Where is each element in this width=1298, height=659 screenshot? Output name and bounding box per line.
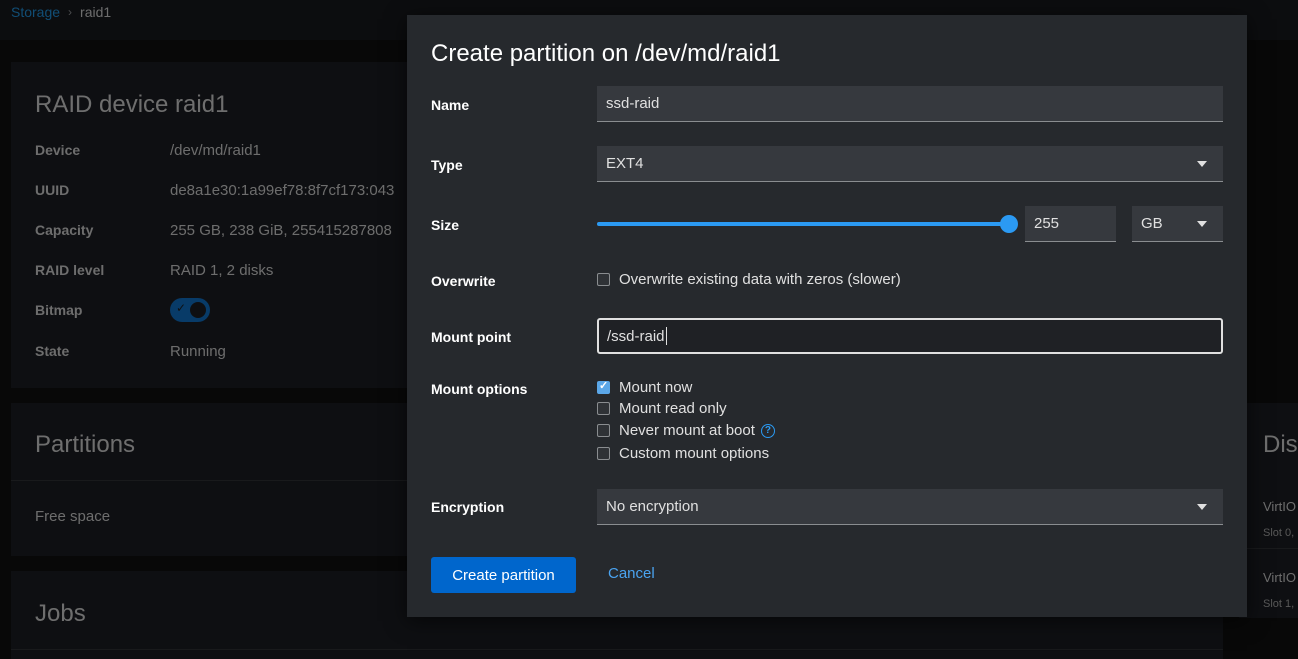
type-value: EXT4	[606, 155, 644, 172]
create-partition-dialog: Create partition on /dev/md/raid1 Name s…	[407, 15, 1247, 617]
never-mount-at-boot-checkbox[interactable]	[597, 424, 610, 437]
encryption-select[interactable]: No encryption	[597, 489, 1223, 525]
overwrite-checkbox-row[interactable]: Overwrite existing data with zeros (slow…	[597, 271, 901, 288]
mount-option-row[interactable]: Mount now	[597, 379, 692, 396]
mount-point-value: /ssd-raid	[607, 327, 665, 345]
mount-now-checkbox[interactable]	[597, 379, 610, 394]
size-unit-value: GB	[1141, 215, 1163, 232]
custom-mount-options-checkbox[interactable]	[597, 447, 610, 460]
overwrite-label: Overwrite	[431, 273, 496, 289]
dialog-title: Create partition on /dev/md/raid1	[431, 40, 781, 67]
mount-point-input[interactable]: /ssd-raid	[597, 318, 1223, 354]
size-input[interactable]: 255	[1025, 206, 1116, 242]
size-slider-thumb[interactable]	[1000, 215, 1018, 233]
encryption-value: No encryption	[606, 498, 699, 515]
caret-down-icon	[1197, 220, 1207, 227]
mount-option-row[interactable]: Never mount at boot ?	[597, 422, 775, 439]
mount-point-label: Mount point	[431, 329, 512, 345]
text-cursor	[665, 327, 667, 345]
name-label: Name	[431, 97, 470, 113]
overwrite-option-label: Overwrite existing data with zeros (slow…	[619, 271, 901, 288]
mount-option-row[interactable]: Custom mount options	[597, 445, 769, 462]
mount-option-label: Mount now	[619, 379, 693, 396]
mount-option-label: Never mount at boot	[619, 422, 755, 439]
name-input[interactable]: ssd-raid	[597, 86, 1223, 122]
mount-option-label: Custom mount options	[619, 445, 770, 462]
mount-options-label: Mount options	[431, 381, 528, 397]
help-icon[interactable]: ?	[760, 423, 775, 438]
name-value: ssd-raid	[606, 95, 660, 112]
cancel-button[interactable]: Cancel	[608, 565, 655, 582]
size-slider[interactable]	[597, 215, 1018, 233]
type-label: Type	[431, 157, 463, 173]
size-value: 255	[1034, 215, 1060, 232]
mount-read-only-checkbox[interactable]	[597, 402, 610, 415]
caret-down-icon	[1197, 503, 1207, 510]
size-slider-fill	[597, 222, 1009, 226]
overwrite-checkbox[interactable]	[597, 273, 610, 286]
mount-option-label: Mount read only	[619, 400, 727, 417]
create-partition-button[interactable]: Create partition	[431, 557, 576, 593]
type-select[interactable]: EXT4	[597, 146, 1223, 182]
size-unit-select[interactable]: GB	[1132, 206, 1223, 242]
size-label: Size	[431, 217, 460, 233]
encryption-label: Encryption	[431, 499, 505, 515]
caret-down-icon	[1197, 160, 1207, 167]
mount-option-row[interactable]: Mount read only	[597, 400, 727, 417]
